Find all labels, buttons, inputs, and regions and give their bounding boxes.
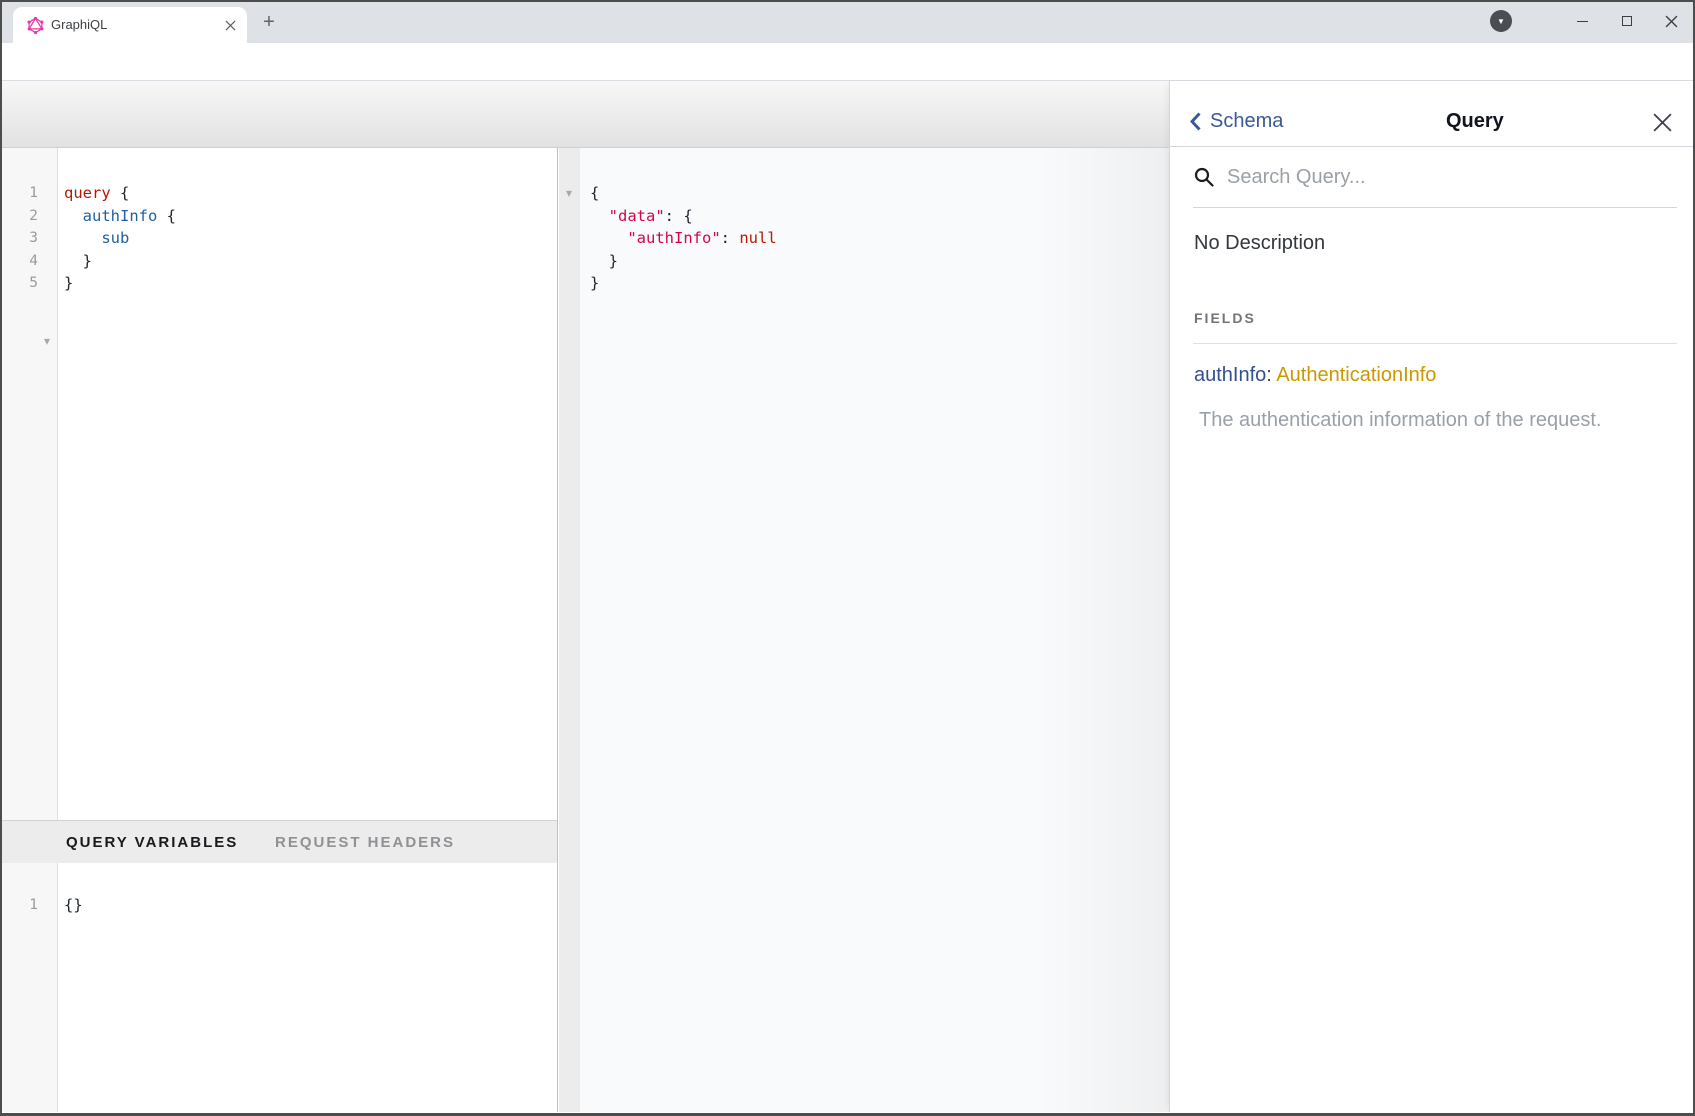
tab-search-icon[interactable]: ▼	[1490, 10, 1512, 32]
doc-back-link[interactable]: Schema	[1190, 110, 1283, 133]
browser-toolbar: localhost:3000/graphql ☆ P Tp L Aktualis…	[0, 43, 1695, 81]
tab-title: GraphiQL	[51, 17, 107, 32]
graphiql-toolbar: GraphiQL Prettify Merge Copy History Sha…	[0, 81, 1169, 148]
query-code: query { authInfo { sub }}	[64, 182, 176, 295]
doc-fields-heading: FIELDS	[1194, 310, 1256, 326]
tab-close-icon[interactable]	[219, 14, 241, 36]
new-tab-button[interactable]: +	[256, 9, 282, 35]
result-json: { "data": { "authInfo": null }}	[590, 182, 777, 295]
secondary-editor-tabbar: QUERY VARIABLES REQUEST HEADERS	[0, 820, 558, 863]
fold-arrow-icon[interactable]: ▾	[566, 187, 572, 199]
window-minimize-button[interactable]	[1566, 5, 1598, 37]
doc-title: Query	[1446, 110, 1504, 133]
result-viewer[interactable]: ▾ { "data": { "authInfo": null }}	[559, 148, 1169, 1112]
doc-search-row	[1193, 147, 1677, 208]
variables-code: {}	[64, 894, 83, 917]
doc-field-description: The authentication information of the re…	[1199, 409, 1601, 432]
query-editor-gutter: 12345	[0, 148, 58, 820]
variables-editor-gutter: 1	[0, 863, 58, 1112]
browser-title-bar: GraphiQL + ▼	[0, 0, 1695, 43]
window-maximize-button[interactable]	[1611, 5, 1643, 37]
doc-search-input[interactable]	[1227, 166, 1647, 189]
doc-no-description: No Description	[1194, 232, 1325, 255]
search-icon	[1193, 166, 1215, 188]
doc-back-label: Schema	[1210, 110, 1283, 133]
graphql-favicon-icon	[27, 17, 44, 34]
minimize-icon	[1577, 21, 1588, 22]
doc-fields-divider	[1193, 343, 1677, 344]
doc-field-colon: :	[1266, 364, 1272, 386]
doc-explorer-header: Schema Query	[1170, 81, 1695, 147]
tab-query-variables[interactable]: QUERY VARIABLES	[66, 821, 238, 864]
maximize-icon	[1622, 16, 1632, 26]
close-icon	[1652, 112, 1673, 133]
tab-request-headers[interactable]: REQUEST HEADERS	[275, 821, 455, 864]
window-close-button[interactable]	[1655, 5, 1687, 37]
doc-field-type-link[interactable]: AuthenticationInfo	[1276, 364, 1436, 386]
doc-field-name-link[interactable]: authInfo	[1194, 364, 1266, 386]
doc-field-row: authInfo: AuthenticationInfo	[1194, 364, 1436, 387]
query-editor[interactable]: 12345 ▾ query { authInfo { sub }}	[0, 148, 558, 820]
doc-close-button[interactable]	[1648, 108, 1676, 136]
fold-arrow-icon[interactable]: ▾	[44, 335, 50, 347]
close-icon	[1665, 15, 1678, 28]
result-fold-gutter[interactable]: ▾	[559, 148, 580, 1112]
browser-tab[interactable]: GraphiQL	[13, 7, 247, 43]
doc-explorer-panel: Schema Query No Description FIELDS authI…	[1169, 81, 1695, 1112]
chevron-left-icon	[1190, 112, 1201, 131]
variables-editor[interactable]: 1 {}	[0, 863, 558, 1112]
